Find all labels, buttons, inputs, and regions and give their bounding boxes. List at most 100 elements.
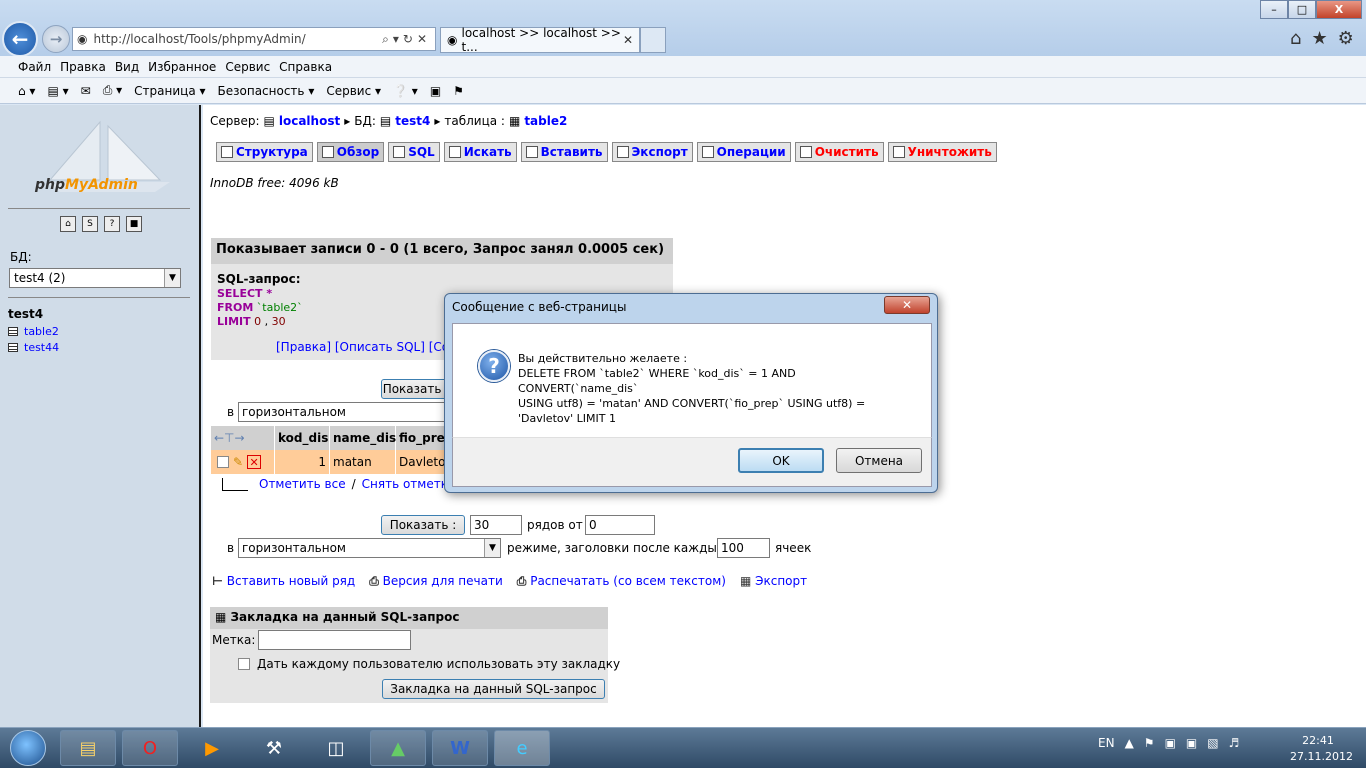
tab-drop[interactable]: Уничтожить	[887, 142, 997, 162]
insert-row-link[interactable]: ⊢ Вставить новый ряд	[212, 574, 355, 589]
forward-button[interactable]: →	[42, 25, 70, 53]
language-indicator[interactable]: EN	[1098, 736, 1115, 750]
ok-button[interactable]: OK	[738, 448, 824, 473]
back-button[interactable]: ←	[2, 21, 38, 57]
print-icon[interactable]: ⎙ ▾	[103, 83, 122, 98]
menu-view[interactable]: Вид	[115, 60, 148, 74]
home-icon[interactable]: ⌂	[60, 216, 76, 232]
taskbar-app-utility[interactable]: ▲	[370, 730, 426, 766]
menu-help[interactable]: Справка	[279, 60, 341, 74]
repeat-headers-input[interactable]: 100	[717, 538, 770, 558]
column-header-fio-prep[interactable]: fio_pre	[396, 426, 451, 450]
tab-structure[interactable]: Структура	[216, 142, 313, 162]
print-full-link[interactable]: ⎙ Распечатать (со всем текстом)	[517, 574, 726, 589]
mail-icon[interactable]: ✉	[81, 84, 91, 98]
bookmark-shared-checkbox[interactable]	[238, 658, 250, 670]
table-name[interactable]: table2	[24, 325, 59, 338]
delete-icon[interactable]: ✕	[247, 455, 262, 469]
menu-favorites[interactable]: Избранное	[148, 60, 225, 74]
start-button[interactable]	[2, 728, 54, 768]
drop-icon	[892, 146, 905, 158]
sql-action-links[interactable]: [Правка] [Описать SQL] [Со	[276, 340, 449, 354]
display-mode-select-bottom[interactable]: горизонтальном ▼	[238, 538, 501, 558]
row-checkbox[interactable]	[217, 456, 229, 468]
sql-query-icon[interactable]: S	[82, 216, 98, 232]
volume-icon[interactable]: ♬	[1229, 736, 1240, 750]
browser-tab[interactable]: ◉ localhost >> localhost >> t... ✕	[440, 26, 640, 54]
table-link[interactable]: table2	[524, 114, 567, 128]
taskbar-app-tools[interactable]: ⚒	[246, 730, 302, 766]
taskbar-explorer[interactable]: ▤	[60, 730, 116, 766]
phpmyadmin-logo-text[interactable]: phpMyAdmin	[35, 177, 138, 193]
help-icon[interactable]: ❔ ▾	[393, 84, 418, 98]
clock[interactable]: 22:41 27.11.2012	[1290, 733, 1353, 765]
home-icon[interactable]: ⌂	[1290, 28, 1301, 49]
home-menu-icon[interactable]: ⌂ ▾	[18, 84, 35, 98]
server-link[interactable]: localhost	[279, 114, 340, 128]
docs-help-icon[interactable]: ?	[104, 216, 120, 232]
bookmark-label-input[interactable]	[258, 630, 411, 650]
tab-search[interactable]: Искать	[443, 142, 517, 162]
db-name[interactable]: test4	[8, 307, 43, 321]
select-all-link[interactable]: Отметить все	[259, 477, 346, 491]
table-name[interactable]: test44	[24, 341, 59, 354]
sidebar-table-link[interactable]: test44	[8, 341, 59, 354]
edit-pencil-icon[interactable]: ✎	[233, 455, 243, 469]
minimize-button[interactable]: –	[1260, 0, 1288, 19]
menu-file[interactable]: Файл	[18, 60, 60, 74]
menu-edit[interactable]: Правка	[60, 60, 115, 74]
sidebar-table-link[interactable]: table2	[8, 325, 59, 338]
tray-app-icon[interactable]: ▣	[1165, 736, 1176, 750]
unselect-all-link[interactable]: Снять отметк	[362, 477, 448, 491]
show-button-bottom[interactable]: Показать :	[381, 515, 465, 535]
rows-start-input[interactable]: 0	[585, 515, 655, 535]
chevron-down-icon[interactable]: ▼	[164, 269, 180, 287]
tab-operations[interactable]: Операции	[696, 142, 791, 162]
taskbar-media[interactable]: ▶	[184, 730, 240, 766]
taskbar-word[interactable]: W	[432, 730, 488, 766]
tab-close-icon[interactable]: ✕	[623, 33, 633, 47]
taskbar-ie[interactable]: e	[494, 730, 550, 766]
addon-k-icon[interactable]: ▣	[430, 84, 441, 98]
settings-gear-icon[interactable]: ⚙	[1338, 28, 1354, 49]
tab-export[interactable]: Экспорт	[611, 142, 693, 162]
taskbar-opera[interactable]: O	[122, 730, 178, 766]
database-select[interactable]: test4 (2) ▼	[9, 268, 181, 288]
maximize-button[interactable]: □	[1288, 0, 1316, 19]
dialog-close-button[interactable]: ✕	[884, 296, 930, 314]
show-button-top[interactable]: Показать :	[381, 379, 451, 399]
addon-flag-icon[interactable]: ⚑	[453, 84, 464, 98]
cancel-button[interactable]: Отмена	[836, 448, 922, 473]
tray-app-icon[interactable]: ▣	[1186, 736, 1197, 750]
column-header-name-dis[interactable]: name_dis	[330, 426, 396, 450]
address-bar[interactable]: ◉ http://localhost/Tools/phpmyAdmin/ ⌕▾↻…	[72, 27, 436, 51]
tab-empty[interactable]: Очистить	[794, 142, 884, 162]
query-window-icon[interactable]: ■	[126, 216, 142, 232]
network-icon[interactable]: ▧	[1207, 736, 1218, 750]
column-arrows-icon[interactable]: ←⊤→	[211, 426, 275, 450]
display-mode-select-top[interactable]: горизонтальном	[238, 402, 448, 422]
close-button[interactable]: X	[1316, 0, 1362, 19]
tray-expand-icon[interactable]: ▲	[1125, 736, 1134, 750]
tab-sql[interactable]: SQL	[388, 142, 440, 162]
feeds-icon[interactable]: ▤ ▾	[47, 84, 68, 98]
rows-count-input[interactable]: 30	[470, 515, 522, 535]
safety-menu[interactable]: Безопасность ▾	[218, 84, 315, 98]
favorites-star-icon[interactable]: ★	[1311, 28, 1327, 49]
column-header-kod-dis[interactable]: kod_dis	[275, 426, 330, 450]
tools-menu[interactable]: Сервис ▾	[326, 84, 381, 98]
taskbar-app-dolby[interactable]: ◫	[308, 730, 364, 766]
empty-icon	[799, 146, 812, 158]
chevron-down-icon[interactable]: ▼	[484, 539, 500, 557]
menu-tools[interactable]: Сервис	[225, 60, 279, 74]
tab-insert[interactable]: Вставить	[520, 142, 608, 162]
db-link[interactable]: test4	[395, 114, 430, 128]
address-actions-icon[interactable]: ⌕▾↻✕	[382, 32, 435, 47]
new-tab-button[interactable]	[640, 27, 666, 53]
bookmark-submit-button[interactable]: Закладка на данный SQL-запрос	[382, 679, 605, 699]
export-link[interactable]: ▦ Экспорт	[740, 574, 807, 589]
tab-browse[interactable]: Обзор	[316, 142, 385, 162]
print-view-link[interactable]: ⎙ Версия для печати	[369, 574, 503, 589]
action-center-flag-icon[interactable]: ⚑	[1144, 736, 1155, 750]
page-menu[interactable]: Страница ▾	[134, 84, 205, 98]
